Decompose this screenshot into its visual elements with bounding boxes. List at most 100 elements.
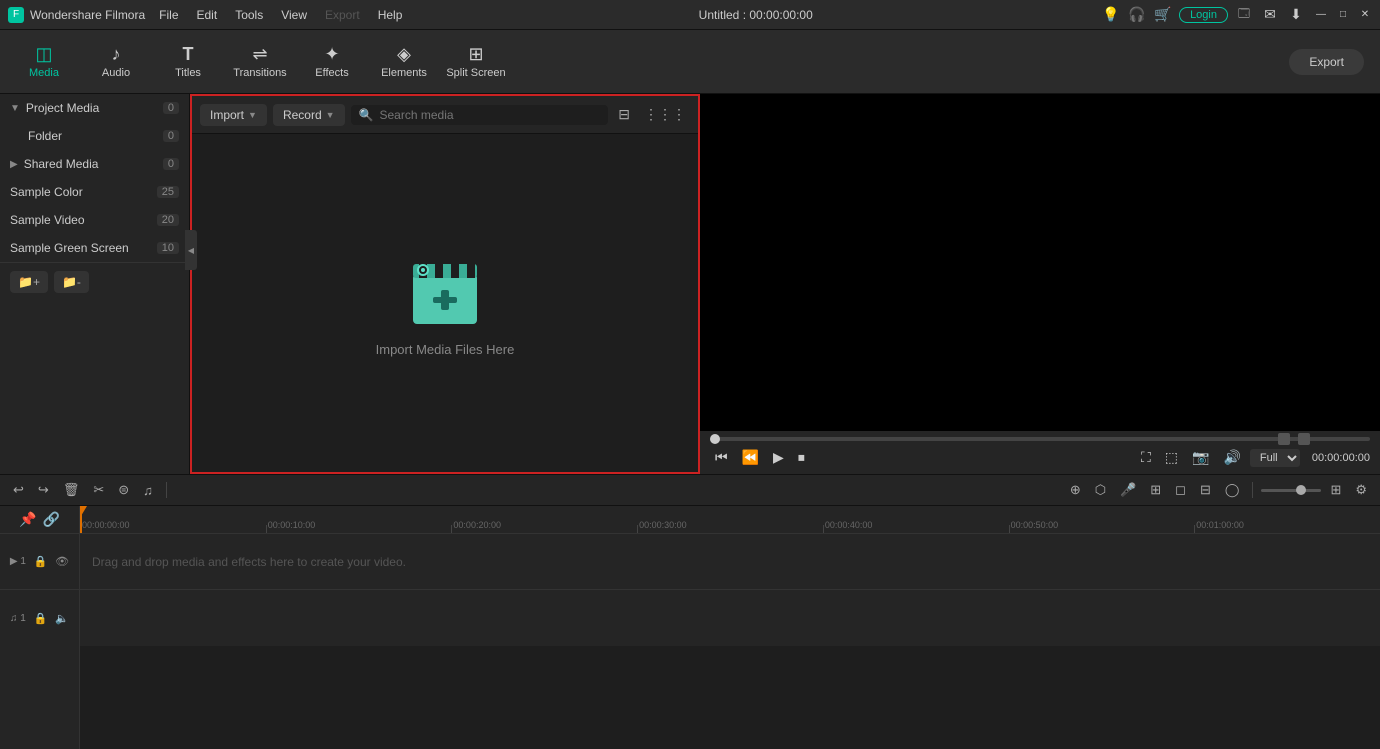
pin-button[interactable]: 📌 [19, 511, 36, 528]
timeline-content: 00:00:00:0000:00:10:0000:00:20:0000:00:3… [80, 506, 1380, 749]
seek-range-left[interactable] [1278, 433, 1290, 445]
toolbar-media[interactable]: ◫ Media [8, 34, 80, 90]
ruler-tick-5 [1009, 525, 1010, 533]
remove-folder-button[interactable]: 📁- [54, 271, 89, 293]
import-button[interactable]: Import ▼ [200, 104, 267, 126]
video-track-content: Drag and drop media and effects here to … [80, 534, 1380, 589]
play-button[interactable]: ▶ [768, 447, 789, 468]
add-marker-button[interactable]: ⊞ [1145, 479, 1166, 501]
media-label: Media [29, 67, 59, 79]
audio-detach-button[interactable]: ♫ [138, 480, 158, 501]
cart-icon[interactable]: 🛒 [1153, 5, 1173, 25]
add-folder-button[interactable]: 📁+ [10, 271, 48, 293]
menu-help[interactable]: Help [370, 8, 411, 22]
volume-slider[interactable] [1261, 489, 1321, 492]
headset-icon[interactable]: 🎧 [1127, 5, 1147, 25]
undo-button[interactable]: ↩ [8, 479, 29, 501]
left-panel: ▼ Project Media 0 Folder 0 ▶ Shared Medi… [0, 94, 190, 474]
effects-icon: ✦ [324, 44, 339, 65]
menu-view[interactable]: View [273, 8, 315, 22]
video-track-control: ▶ 1 🔒 👁 [0, 534, 79, 590]
panel-folder[interactable]: Folder 0 [0, 122, 189, 150]
panel-shared-media[interactable]: ▶ Shared Media 0 [0, 150, 189, 178]
toolbar-titles[interactable]: T Titles [152, 34, 224, 90]
toolbar-elements[interactable]: ◈ Elements [368, 34, 440, 90]
sample-green-screen-label: Sample Green Screen [10, 241, 129, 255]
timeline-tracks-container: 📌 🔗 ▶ 1 🔒 👁 ♫ 1 🔒 🔈 00:00:00:00 [0, 506, 1380, 749]
delete-button[interactable]: 🗑 [58, 479, 85, 501]
maximize-button[interactable]: □ [1336, 8, 1350, 22]
settings-button[interactable]: ⚙ [1350, 479, 1372, 501]
audio-lock-icon[interactable]: 🔒 [34, 612, 48, 625]
audio-stretch-button[interactable]: 🎤 [1115, 479, 1141, 501]
track-controls: 📌 🔗 ▶ 1 🔒 👁 ♫ 1 🔒 🔈 [0, 506, 80, 749]
close-button[interactable]: ✕ [1358, 8, 1372, 22]
crop-button[interactable]: ⊟ [1195, 479, 1216, 501]
preview-seek-bar[interactable] [710, 437, 1370, 441]
preview-screen [700, 94, 1380, 431]
shared-media-arrow: ▶ [10, 159, 18, 170]
panel-sample-green-screen[interactable]: Sample Green Screen 10 [0, 234, 189, 262]
audio-track-num: ♫ 1 [10, 613, 26, 624]
menu-export[interactable]: Export [317, 8, 368, 22]
menu-tools[interactable]: Tools [227, 8, 271, 22]
toolbar-audio[interactable]: ♪ Audio [80, 34, 152, 90]
login-button[interactable]: Login [1179, 7, 1228, 23]
download-icon[interactable]: ⬇ [1286, 5, 1306, 25]
stop-button[interactable]: ⏹ [793, 447, 810, 468]
toolbar-effects[interactable]: ✦ Effects [296, 34, 368, 90]
filter-icon[interactable]: ⊟ [614, 102, 634, 127]
snap-button[interactable]: ⊕ [1065, 479, 1086, 501]
audio-track [80, 590, 1380, 646]
toolbar-splitscreen[interactable]: ⊞ Split Screen [440, 34, 512, 90]
seek-range-right[interactable] [1298, 433, 1310, 445]
panel-sample-video[interactable]: Sample Video 20 [0, 206, 189, 234]
video-eye-icon[interactable]: 👁 [55, 555, 69, 568]
step-back-button[interactable]: ⏮ [710, 447, 733, 468]
video-lock-icon[interactable]: 🔒 [34, 555, 48, 568]
loop-button[interactable]: ◯ [1220, 479, 1245, 501]
folder-count: 0 [163, 130, 179, 142]
export-button[interactable]: Export [1289, 49, 1364, 75]
panel-project-media[interactable]: ▼ Project Media 0 [0, 94, 189, 122]
motion-track-button[interactable]: ⬡ [1090, 479, 1111, 501]
sample-color-label: Sample Color [10, 185, 83, 199]
mail-icon[interactable]: ✉ [1260, 5, 1280, 25]
snapshot-button[interactable]: 📷 [1187, 447, 1214, 468]
timeline-area: ↩ ↪ 🗑 ✂ ⊜ ♫ ⊕ ⬡ 🎤 ⊞ ◻ ⊟ ◯ ⊞ ⚙ 📌 🔗 ▶ 1 [0, 474, 1380, 749]
panel-collapse-button[interactable]: ◀ [185, 230, 190, 270]
volume-button[interactable]: 🔊 [1218, 447, 1245, 468]
timeline-ruler[interactable]: 00:00:00:0000:00:10:0000:00:20:0000:00:3… [80, 506, 1380, 534]
search-input[interactable] [380, 108, 601, 122]
view-options-icon[interactable]: ⋮⋮⋮ [640, 102, 690, 127]
frame-back-button[interactable]: ⏪ [737, 447, 764, 468]
pip-button[interactable]: ⬚ [1160, 447, 1183, 468]
panel-sample-color[interactable]: Sample Color 25 [0, 178, 189, 206]
ruler-tick-3 [637, 525, 638, 533]
record-button[interactable]: Record ▼ [273, 104, 345, 126]
menu-file[interactable]: File [151, 8, 186, 22]
add-track-button[interactable]: ⊞ [1325, 479, 1346, 501]
copy-button[interactable]: ⊜ [113, 479, 134, 501]
minimize-button[interactable]: — [1314, 8, 1328, 22]
playhead[interactable] [80, 506, 82, 533]
toolbar-separator-1 [166, 482, 167, 498]
link-button[interactable]: 🔗 [43, 511, 60, 528]
toolbar-transitions[interactable]: ⇌ Transitions [224, 34, 296, 90]
playhead-top [80, 506, 87, 516]
main-toolbar: ◫ Media ♪ Audio T Titles ⇌ Transitions ✦… [0, 30, 1380, 94]
zoom-select[interactable]: Full [1250, 449, 1300, 467]
notification-icon[interactable]: 💡 [1101, 5, 1121, 25]
menu-edit[interactable]: Edit [189, 8, 226, 22]
elements-label: Elements [381, 67, 427, 79]
redo-button[interactable]: ↪ [33, 479, 54, 501]
fullscreen-preview-button[interactable]: ⛶ [1136, 447, 1156, 468]
ruler-label-5: 00:00:50:00 [1011, 520, 1059, 530]
main-area: ▼ Project Media 0 Folder 0 ▶ Shared Medi… [0, 94, 1380, 474]
audio-mute-icon[interactable]: 🔈 [55, 612, 69, 625]
search-bar: 🔍 [351, 105, 609, 125]
ruler-label-0: 00:00:00:00 [82, 520, 130, 530]
cut-button[interactable]: ✂ [88, 479, 109, 501]
sticker-button[interactable]: ◻ [1170, 479, 1191, 501]
restore-icon[interactable]: 🗔 [1234, 5, 1254, 25]
